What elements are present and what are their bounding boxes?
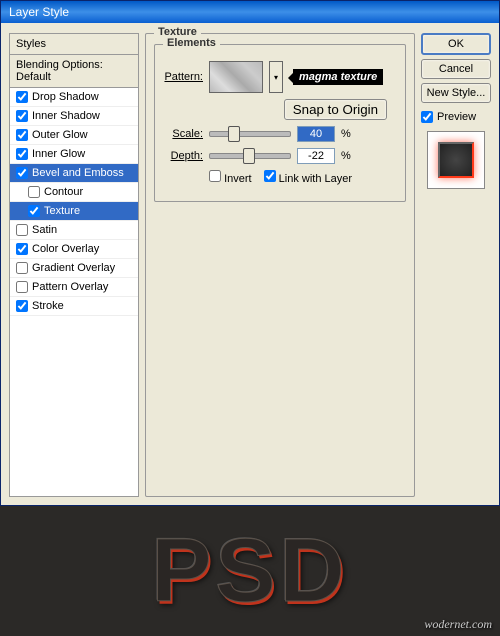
style-label: Stroke [32, 300, 64, 312]
style-item-inner-shadow[interactable]: Inner Shadow [10, 107, 138, 126]
style-checkbox[interactable] [16, 91, 28, 103]
right-panel: OK Cancel New Style... Preview [421, 33, 491, 497]
style-checkbox[interactable] [16, 224, 28, 236]
blending-options[interactable]: Blending Options: Default [10, 55, 138, 88]
preview-checkbox[interactable] [421, 111, 433, 123]
style-checkbox[interactable] [16, 281, 28, 293]
watermark: wodernet.com [424, 617, 492, 632]
style-checkbox[interactable] [16, 262, 28, 274]
style-item-color-overlay[interactable]: Color Overlay [10, 240, 138, 259]
preview-swatch [427, 131, 485, 189]
style-item-satin[interactable]: Satin [10, 221, 138, 240]
style-item-drop-shadow[interactable]: Drop Shadow [10, 88, 138, 107]
style-item-contour[interactable]: Contour [10, 183, 138, 202]
style-label: Inner Glow [32, 148, 85, 160]
depth-input[interactable]: -22 [297, 148, 335, 164]
link-checkbox[interactable] [264, 170, 276, 182]
pattern-swatch[interactable] [209, 61, 263, 93]
snap-to-origin-button[interactable]: Snap to Origin [284, 99, 387, 120]
style-label: Satin [32, 224, 57, 236]
dialog-title: Layer Style [1, 1, 499, 23]
link-checkbox-label[interactable]: Link with Layer [264, 170, 352, 185]
depth-slider[interactable] [209, 153, 291, 159]
style-checkbox[interactable] [16, 148, 28, 160]
style-label: Pattern Overlay [32, 281, 108, 293]
style-label: Drop Shadow [32, 91, 99, 103]
cancel-button[interactable]: Cancel [421, 59, 491, 79]
scale-pct: % [341, 128, 351, 140]
style-item-outer-glow[interactable]: Outer Glow [10, 126, 138, 145]
result-text: PSD [151, 520, 348, 623]
style-checkbox[interactable] [16, 129, 28, 141]
style-checkbox[interactable] [28, 186, 40, 198]
scale-input[interactable]: 40 [297, 126, 335, 142]
result-preview: PSD wodernet.com [0, 506, 500, 636]
styles-header[interactable]: Styles [10, 34, 138, 55]
style-item-texture[interactable]: Texture [10, 202, 138, 221]
elements-group: Elements Pattern: ▾ magma texture Snap t… [154, 44, 406, 202]
style-label: Texture [44, 205, 80, 217]
callout-magma-texture: magma texture [293, 69, 383, 85]
styles-panel: Styles Blending Options: Default Drop Sh… [9, 33, 139, 497]
pattern-dropdown-icon[interactable]: ▾ [269, 61, 283, 93]
preview-label: Preview [437, 111, 476, 123]
style-label: Outer Glow [32, 129, 88, 141]
style-checkbox[interactable] [28, 205, 40, 217]
style-item-inner-glow[interactable]: Inner Glow [10, 145, 138, 164]
new-style-button[interactable]: New Style... [421, 83, 491, 103]
scale-slider[interactable] [209, 131, 291, 137]
style-checkbox[interactable] [16, 110, 28, 122]
style-item-stroke[interactable]: Stroke [10, 297, 138, 316]
style-label: Bevel and Emboss [32, 167, 124, 179]
texture-panel: Texture Elements Pattern: ▾ magma textur… [145, 33, 415, 497]
style-item-pattern-overlay[interactable]: Pattern Overlay [10, 278, 138, 297]
depth-label: Depth: [163, 150, 203, 162]
ok-button[interactable]: OK [421, 33, 491, 55]
elements-legend: Elements [163, 37, 220, 49]
invert-checkbox[interactable] [209, 170, 221, 182]
style-label: Color Overlay [32, 243, 99, 255]
style-checkbox[interactable] [16, 167, 28, 179]
style-item-bevel-and-emboss[interactable]: Bevel and Emboss [10, 164, 138, 183]
depth-pct: % [341, 150, 351, 162]
invert-checkbox-label[interactable]: Invert [209, 170, 252, 185]
pattern-label: Pattern: [163, 71, 203, 83]
style-label: Inner Shadow [32, 110, 100, 122]
style-checkbox[interactable] [16, 300, 28, 312]
style-item-gradient-overlay[interactable]: Gradient Overlay [10, 259, 138, 278]
style-label: Gradient Overlay [32, 262, 115, 274]
scale-label: Scale: [163, 128, 203, 140]
style-checkbox[interactable] [16, 243, 28, 255]
style-label: Contour [44, 186, 83, 198]
